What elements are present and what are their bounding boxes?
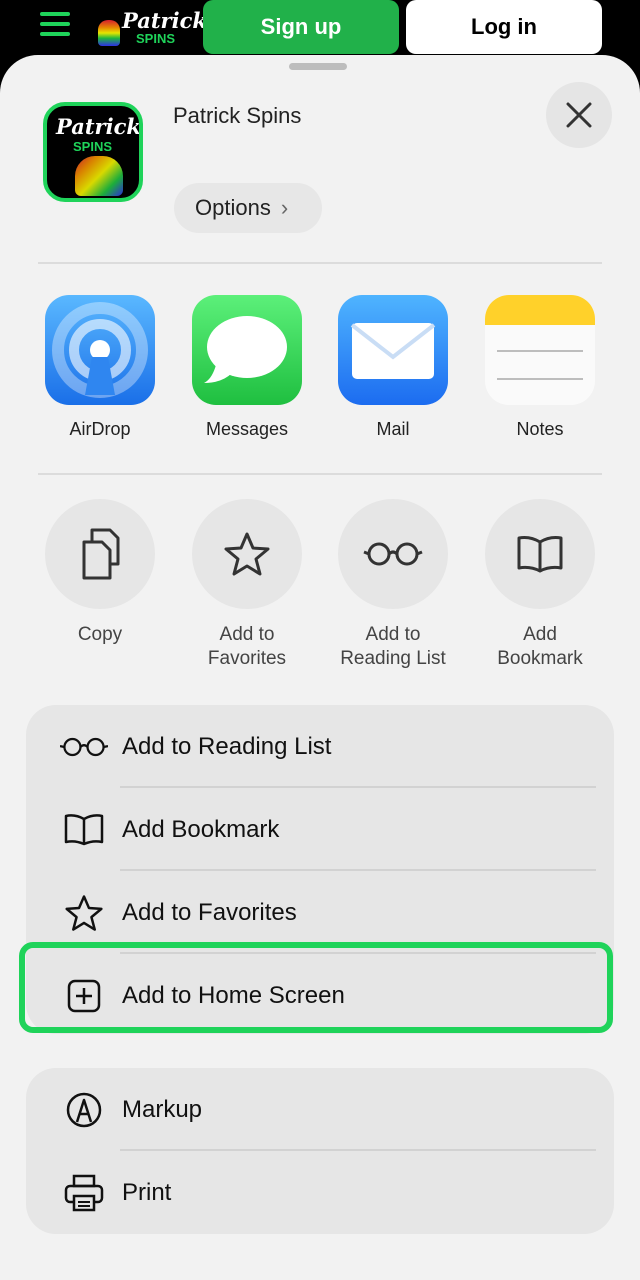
book-icon bbox=[517, 536, 563, 573]
sheet-grabber[interactable] bbox=[289, 63, 347, 70]
list-item-add-to-reading-list[interactable]: Add to Reading List bbox=[26, 705, 614, 788]
share-app-airdrop[interactable]: AirDrop bbox=[44, 295, 156, 440]
star-icon bbox=[224, 532, 270, 576]
list-item-label: Add to Favorites bbox=[122, 898, 297, 926]
list-item-markup[interactable]: Markup bbox=[26, 1068, 614, 1151]
list-item-label: Add Bookmark bbox=[122, 815, 280, 843]
action-circle bbox=[192, 499, 302, 609]
list-item-add-bookmark[interactable]: Add Bookmark bbox=[26, 788, 614, 871]
site-logo-line1: Patrick bbox=[122, 8, 207, 33]
list-item-label: Print bbox=[122, 1178, 172, 1206]
glasses-icon bbox=[60, 735, 108, 759]
share-app-notes[interactable]: Notes bbox=[484, 295, 596, 440]
close-button[interactable] bbox=[546, 82, 612, 148]
action-add-bookmark[interactable]: Add Bookmark bbox=[480, 499, 600, 671]
airdrop-icon bbox=[45, 295, 155, 405]
markup-icon bbox=[60, 1092, 108, 1128]
divider bbox=[38, 473, 602, 475]
site-logo[interactable]: Patrick SPINS bbox=[98, 8, 207, 46]
log-in-button[interactable]: Log in bbox=[406, 0, 602, 54]
share-app-label: AirDrop bbox=[69, 419, 131, 439]
share-app-messages[interactable]: Messages bbox=[191, 295, 303, 440]
action-copy[interactable]: Copy bbox=[40, 499, 160, 647]
leprechaun-icon bbox=[75, 156, 123, 196]
action-label: Add to Reading List bbox=[340, 624, 446, 669]
leprechaun-icon bbox=[98, 20, 120, 46]
mail-icon bbox=[338, 295, 448, 405]
action-circle bbox=[338, 499, 448, 609]
list-item-label: Add to Reading List bbox=[122, 732, 332, 760]
app-icon: Patrick SPINS bbox=[43, 102, 143, 202]
site-logo-line2: SPINS bbox=[136, 31, 176, 46]
app-icon-line2: SPINS bbox=[73, 139, 113, 154]
share-app-label: Messages bbox=[205, 419, 289, 439]
action-label: Copy bbox=[77, 624, 123, 645]
share-app-mail[interactable]: Mail bbox=[337, 295, 449, 440]
copy-icon bbox=[82, 528, 120, 580]
action-add-to-favorites[interactable]: Add to Favorites bbox=[187, 499, 307, 671]
share-app-label: Mail bbox=[376, 419, 410, 439]
sign-up-button[interactable]: Sign up bbox=[203, 0, 399, 54]
app-name: Patrick Spins bbox=[173, 103, 302, 128]
close-icon bbox=[566, 102, 592, 128]
options-label: Options bbox=[195, 195, 271, 220]
highlight-box bbox=[19, 942, 613, 1033]
action-add-to-reading-list[interactable]: Add to Reading List bbox=[333, 499, 453, 671]
action-list-secondary: Markup Print bbox=[26, 1068, 614, 1234]
notes-icon bbox=[485, 295, 595, 405]
list-item-print[interactable]: Print bbox=[26, 1151, 614, 1234]
list-item-label: Markup bbox=[122, 1095, 203, 1123]
action-label: Add Bookmark bbox=[497, 624, 583, 669]
book-icon bbox=[60, 813, 108, 847]
share-sheet: Patrick SPINS Patrick Spins Options › Ai… bbox=[0, 55, 640, 1280]
star-icon bbox=[60, 894, 108, 932]
glasses-icon bbox=[363, 542, 423, 566]
hamburger-menu-icon[interactable] bbox=[40, 12, 70, 40]
printer-icon bbox=[60, 1174, 108, 1212]
options-button[interactable]: Options › bbox=[174, 183, 322, 233]
app-icon-line1: Patrick bbox=[56, 114, 141, 139]
action-circle bbox=[485, 499, 595, 609]
messages-icon bbox=[192, 295, 302, 405]
action-circle bbox=[45, 499, 155, 609]
chevron-right-icon: › bbox=[280, 195, 289, 220]
share-app-label: Notes bbox=[516, 419, 564, 439]
action-label: Add to Favorites bbox=[207, 624, 287, 669]
divider bbox=[38, 262, 602, 264]
